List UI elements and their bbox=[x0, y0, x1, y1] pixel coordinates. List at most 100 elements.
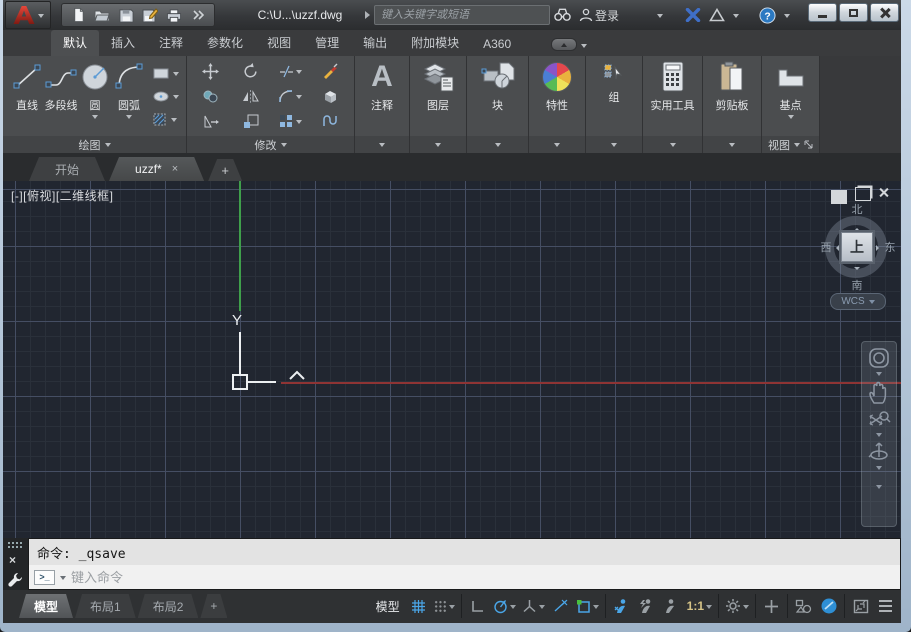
search-input[interactable] bbox=[374, 5, 550, 25]
tab-a360[interactable]: A360 bbox=[471, 33, 523, 56]
orbit-button[interactable] bbox=[865, 440, 893, 471]
annotation-button[interactable]: A 注释 bbox=[365, 56, 399, 136]
file-tab-close-icon[interactable]: × bbox=[172, 163, 178, 175]
polar-caret[interactable] bbox=[510, 605, 516, 612]
osnap-caret[interactable] bbox=[593, 605, 599, 612]
hardware-acceleration-button[interactable] bbox=[817, 593, 840, 619]
properties-button[interactable]: 特性 bbox=[540, 56, 574, 136]
workspace-switch-button[interactable] bbox=[723, 593, 751, 619]
command-drag-handle[interactable] bbox=[7, 541, 24, 550]
annotation-monitor-button[interactable] bbox=[760, 593, 783, 619]
layout-tab-layout1[interactable]: 布局1 bbox=[75, 594, 136, 618]
trim-caret[interactable] bbox=[296, 70, 302, 77]
cube-arrow-down-icon[interactable] bbox=[854, 267, 860, 273]
isodraft-caret[interactable] bbox=[539, 605, 545, 612]
navbar-more-button[interactable] bbox=[865, 483, 893, 490]
drawing-restore-button[interactable] bbox=[855, 187, 871, 201]
draw-panel-title[interactable]: 绘图 bbox=[3, 136, 186, 153]
match-properties-button[interactable] bbox=[322, 63, 339, 79]
modify-panel-title[interactable]: 修改 bbox=[187, 136, 354, 153]
application-menu-button[interactable] bbox=[5, 1, 51, 29]
block-panel-expand[interactable] bbox=[467, 136, 528, 153]
offset-button[interactable] bbox=[322, 114, 339, 128]
workspace-caret[interactable] bbox=[743, 605, 749, 612]
file-tab-start[interactable]: 开始 bbox=[29, 157, 105, 181]
sign-in-button[interactable]: 登录 bbox=[575, 4, 623, 26]
tab-parametric[interactable]: 参数化 bbox=[195, 30, 255, 56]
tab-home[interactable]: 默认 bbox=[51, 30, 99, 56]
command-input[interactable] bbox=[71, 570, 900, 585]
cube-arrow-right-icon[interactable] bbox=[876, 245, 882, 251]
view-panel-title[interactable]: 视图 bbox=[762, 136, 819, 153]
search-expand-icon[interactable] bbox=[365, 11, 374, 19]
tab-annotate[interactable]: 注释 bbox=[147, 30, 195, 56]
zoom-extents-button[interactable] bbox=[865, 407, 893, 438]
ribbon-minimize-caret[interactable] bbox=[581, 44, 587, 51]
block-button[interactable]: 块 bbox=[480, 56, 516, 136]
exchange-apps-button[interactable] bbox=[681, 4, 705, 26]
grid-display-toggle[interactable] bbox=[407, 593, 430, 619]
line-button[interactable]: 直线 bbox=[10, 56, 44, 136]
polar-tracking-toggle[interactable] bbox=[491, 593, 518, 619]
view-cube-east[interactable]: 东 bbox=[880, 239, 900, 255]
drawing-minimize-button[interactable] bbox=[831, 187, 847, 201]
polyline-button[interactable]: 多段线 bbox=[44, 56, 78, 136]
sign-in-caret[interactable] bbox=[653, 4, 667, 26]
command-prompt-icon[interactable]: >_ bbox=[34, 570, 55, 585]
explode-button[interactable] bbox=[322, 89, 339, 104]
scale-value-button[interactable]: 1:1 bbox=[685, 593, 714, 619]
annotation-visibility-toggle[interactable] bbox=[610, 593, 633, 619]
panel-launcher-icon[interactable] bbox=[804, 140, 813, 149]
qat-more-button[interactable] bbox=[188, 5, 208, 25]
circle-dropdown-caret[interactable] bbox=[92, 115, 98, 122]
ribbon-minimize-button[interactable] bbox=[551, 38, 577, 51]
steering-wheel-button[interactable] bbox=[865, 346, 893, 377]
groups-panel-expand[interactable] bbox=[586, 136, 642, 153]
base-point-caret[interactable] bbox=[788, 115, 794, 122]
cube-arrow-left-icon[interactable] bbox=[833, 245, 839, 251]
group-button[interactable]: 组 bbox=[597, 56, 631, 136]
array-caret[interactable] bbox=[296, 120, 302, 127]
rectangle-button[interactable] bbox=[152, 63, 179, 83]
new-drawing-tab-button[interactable]: + bbox=[208, 159, 242, 181]
view-cube-south[interactable]: 南 bbox=[847, 277, 867, 293]
utilities-button[interactable]: 实用工具 bbox=[651, 56, 695, 136]
layers-panel-expand[interactable] bbox=[410, 136, 466, 153]
tab-view[interactable]: 视图 bbox=[255, 30, 303, 56]
minimize-button[interactable] bbox=[808, 3, 837, 22]
object-snap-tracking-toggle[interactable] bbox=[549, 593, 572, 619]
a360-button[interactable] bbox=[705, 4, 729, 26]
plot-button[interactable] bbox=[164, 5, 184, 25]
copy-button[interactable] bbox=[202, 89, 219, 104]
tab-addins[interactable]: 附加模块 bbox=[399, 30, 471, 56]
view-cube-top-face[interactable]: 上 bbox=[841, 232, 873, 262]
utilities-panel-expand[interactable] bbox=[643, 136, 702, 153]
help-button[interactable]: ? bbox=[755, 4, 780, 26]
view-cube-north[interactable]: 北 bbox=[847, 201, 867, 217]
fillet-button[interactable] bbox=[279, 90, 302, 103]
circle-button[interactable]: 圆 bbox=[78, 56, 112, 136]
model-space-indicator[interactable]: 模型 bbox=[371, 598, 405, 615]
isolate-objects-button[interactable] bbox=[792, 593, 815, 619]
open-file-button[interactable] bbox=[92, 5, 112, 25]
array-button[interactable] bbox=[279, 114, 302, 128]
pan-button[interactable] bbox=[865, 379, 893, 405]
drawing-canvas[interactable]: [-][俯视][二维线框] Y 北 南 西 东 上 WCS bbox=[3, 181, 901, 538]
customize-wrench-icon[interactable] bbox=[7, 571, 24, 588]
add-layout-button[interactable]: + bbox=[200, 594, 227, 618]
wcs-menu-button[interactable]: WCS bbox=[830, 293, 886, 310]
layout-tab-layout2[interactable]: 布局2 bbox=[138, 594, 199, 618]
snap-mode-toggle[interactable] bbox=[432, 593, 457, 619]
tab-output[interactable]: 输出 bbox=[351, 30, 399, 56]
maximize-button[interactable] bbox=[839, 3, 868, 22]
layout-tab-model[interactable]: 模型 bbox=[19, 594, 73, 618]
drawing-close-button[interactable] bbox=[879, 187, 895, 201]
arc-dropdown-caret[interactable] bbox=[126, 115, 132, 122]
scale-caret[interactable] bbox=[706, 605, 712, 612]
help-caret[interactable] bbox=[780, 4, 794, 26]
tab-insert[interactable]: 插入 bbox=[99, 30, 147, 56]
rotate-button[interactable] bbox=[242, 63, 259, 80]
close-button[interactable] bbox=[870, 3, 899, 22]
stretch-button[interactable] bbox=[203, 114, 219, 129]
clipboard-panel-expand[interactable] bbox=[703, 136, 761, 153]
